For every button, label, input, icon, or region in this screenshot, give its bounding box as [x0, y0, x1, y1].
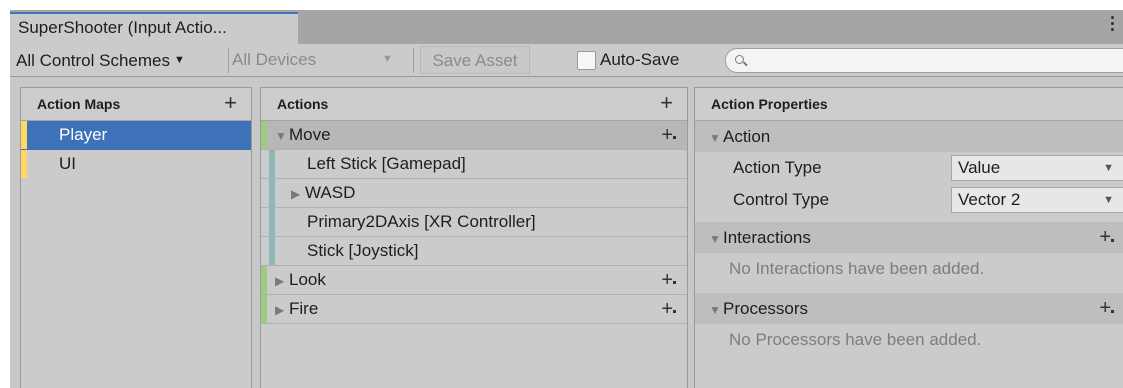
action-type-value: Value [958, 158, 1001, 177]
binding-row[interactable]: Primary2DAxis [XR Controller] [261, 208, 687, 237]
action-row-fire[interactable]: ▶ Fire + [261, 295, 687, 324]
input-actions-window: SuperShooter (Input Actio... All Control… [10, 10, 1123, 388]
binding-label: Primary2DAxis [XR Controller] [307, 212, 536, 231]
chevron-down-icon: ▼ [1103, 162, 1114, 174]
action-label: Look [289, 270, 326, 289]
toolbar: All Control Schemes ▼ All Devices ▼ Save… [10, 44, 1123, 77]
control-type-dropdown[interactable]: Vector 2 ▼ [951, 187, 1123, 213]
auto-save-label: Auto-Save [600, 50, 680, 69]
actions-panel: Actions + ▼ Move + Left Stick [Gamepad] ▶… [260, 87, 688, 388]
triangle-down-icon[interactable]: ▼ [709, 224, 723, 255]
triangle-down-icon[interactable]: ▼ [709, 123, 723, 154]
binding-label: Left Stick [Gamepad] [307, 154, 466, 173]
binding-label: Stick [Joystick] [307, 241, 419, 260]
add-binding-icon[interactable]: + [661, 295, 676, 323]
action-label: Move [289, 125, 331, 144]
binding-row[interactable]: Stick [Joystick] [261, 237, 687, 266]
map-color-bar [21, 150, 27, 178]
processors-section-header[interactable]: ▼ Processors + [695, 293, 1123, 324]
tab-strip: SuperShooter (Input Actio... [10, 10, 1123, 44]
add-binding-icon[interactable]: + [661, 266, 676, 294]
binding-color-bar [269, 237, 275, 265]
action-maps-panel: Action Maps + Player UI [20, 87, 252, 388]
control-type-row: Control Type Vector 2 ▼ [695, 184, 1123, 216]
auto-save-checkbox[interactable] [577, 51, 596, 70]
toolbar-divider [413, 48, 414, 73]
binding-label: WASD [305, 183, 356, 202]
action-color-bar [261, 121, 267, 149]
action-type-dropdown[interactable]: Value ▼ [951, 155, 1123, 181]
actions-title: Actions [277, 96, 329, 112]
add-processor-icon[interactable]: + [1099, 293, 1114, 324]
action-map-label: Player [59, 125, 108, 144]
chevron-down-icon: ▼ [382, 53, 393, 65]
triangle-down-icon[interactable]: ▼ [275, 122, 289, 150]
binding-color-bar [269, 179, 275, 207]
action-color-bar [261, 295, 267, 323]
composite-row-wasd[interactable]: ▶ WASD [261, 179, 687, 208]
processors-empty-message: No Processors have been added. [729, 330, 982, 349]
triangle-right-icon[interactable]: ▶ [291, 180, 305, 208]
interactions-empty-message: No Interactions have been added. [729, 259, 985, 278]
action-map-label: UI [59, 154, 76, 173]
action-type-label: Action Type [733, 158, 822, 177]
add-binding-icon[interactable]: + [661, 121, 676, 149]
chevron-down-icon: ▼ [174, 54, 185, 66]
triangle-right-icon[interactable]: ▶ [275, 267, 289, 295]
control-type-value: Vector 2 [958, 190, 1021, 209]
map-color-bar [21, 121, 27, 149]
action-section-header[interactable]: ▼ Action [695, 121, 1123, 152]
action-label: Fire [289, 299, 319, 318]
binding-color-bar [269, 208, 275, 236]
toolbar-divider [228, 48, 229, 73]
search-icon [735, 55, 744, 64]
window-tab-title: SuperShooter (Input Actio... [18, 18, 227, 37]
control-scheme-dropdown[interactable]: All Control Schemes ▼ [10, 44, 191, 77]
actions-header: Actions + [261, 88, 687, 121]
action-map-item[interactable]: Player [21, 121, 251, 150]
action-properties-header: Action Properties [695, 88, 1123, 121]
chevron-down-icon: ▼ [1103, 194, 1114, 206]
devices-label: All Devices [232, 50, 317, 69]
add-action-icon[interactable]: + [660, 88, 673, 118]
interactions-section-label: Interactions [723, 228, 811, 247]
processors-section-label: Processors [723, 299, 809, 318]
control-scheme-label: All Control Schemes [16, 51, 171, 70]
triangle-right-icon[interactable]: ▶ [275, 296, 289, 324]
triangle-down-icon[interactable]: ▼ [709, 295, 723, 326]
binding-color-bar [269, 150, 275, 178]
action-map-item[interactable]: UI [21, 150, 251, 179]
more-options-icon[interactable] [1111, 16, 1115, 34]
add-interaction-icon[interactable]: + [1099, 222, 1114, 253]
devices-dropdown[interactable]: All Devices ▼ [230, 44, 412, 77]
control-type-label: Control Type [733, 190, 830, 209]
save-asset-button[interactable]: Save Asset [420, 46, 530, 74]
action-properties-panel: Action Properties ▼ Action Action Type Va… [694, 87, 1123, 388]
action-row-move[interactable]: ▼ Move + [261, 121, 687, 150]
interactions-section-header[interactable]: ▼ Interactions + [695, 222, 1123, 253]
add-action-map-icon[interactable]: + [224, 88, 237, 118]
window-tab[interactable]: SuperShooter (Input Actio... [10, 12, 298, 44]
action-color-bar [261, 266, 267, 294]
action-maps-title: Action Maps [37, 96, 121, 112]
action-type-row: Action Type Value ▼ [695, 152, 1123, 184]
action-row-look[interactable]: ▶ Look + [261, 266, 687, 295]
action-maps-header: Action Maps + [21, 88, 251, 121]
action-section-label: Action [723, 127, 771, 146]
search-input[interactable] [725, 48, 1123, 73]
binding-row[interactable]: Left Stick [Gamepad] [261, 150, 687, 179]
action-properties-title: Action Properties [711, 96, 828, 112]
